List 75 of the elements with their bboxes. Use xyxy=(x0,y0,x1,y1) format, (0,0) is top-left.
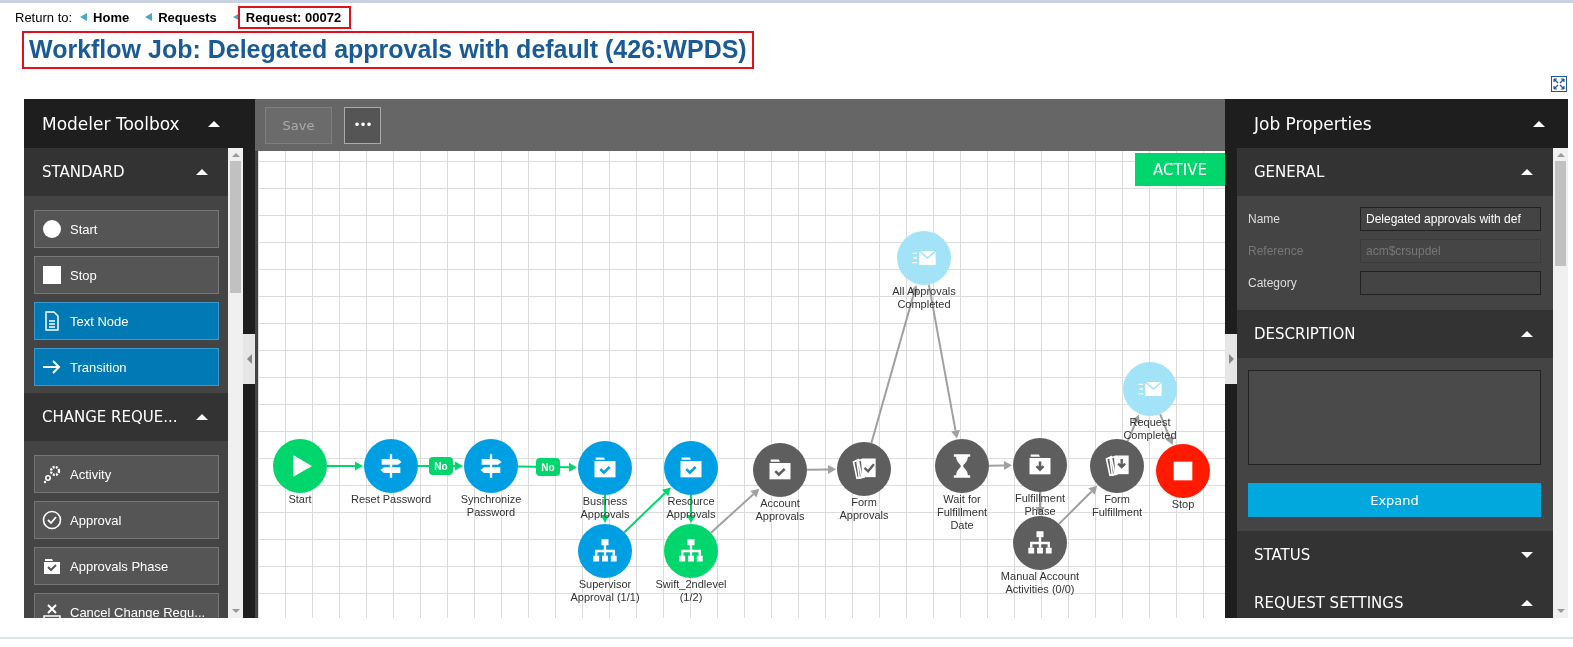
node-label: Stop xyxy=(1171,498,1195,511)
square-icon xyxy=(42,265,62,285)
caret-icon[interactable] xyxy=(1521,600,1533,606)
status-badge: ACTIVE xyxy=(1135,153,1225,186)
toolbox-item[interactable]: Stop xyxy=(34,256,219,294)
node-label: Wait for Fulfillment Date xyxy=(935,493,989,532)
section-header[interactable]: STANDARD xyxy=(24,148,228,196)
breadcrumb-link[interactable]: Requests xyxy=(158,6,223,28)
more-button[interactable]: ••• xyxy=(344,106,381,144)
toolbox-item[interactable]: Transition xyxy=(34,348,219,386)
panel-title: Job Properties xyxy=(1254,113,1372,134)
section-title: STANDARD xyxy=(42,163,125,181)
cancel-icon xyxy=(42,602,62,618)
caret-icon[interactable] xyxy=(196,414,208,420)
section-header[interactable]: DESCRIPTION xyxy=(1237,310,1553,358)
fullscreen-icon[interactable] xyxy=(1551,76,1567,92)
section-header[interactable]: GENERAL xyxy=(1237,148,1553,196)
node-label: Reset Password xyxy=(350,493,432,506)
input-field[interactable]: Delegated approvals with def xyxy=(1360,207,1541,231)
node-label: Form Fulfillment xyxy=(1090,493,1144,519)
node-label: Synchronize Password xyxy=(459,493,523,519)
caret-icon[interactable] xyxy=(1521,169,1533,175)
toolbox-item[interactable]: Activity xyxy=(34,455,219,493)
page-title: Workflow Job: Delegated approvals with default (426:WPDS) xyxy=(22,31,754,69)
back-caret-icon xyxy=(145,13,153,21)
caret-icon[interactable] xyxy=(208,120,220,127)
node-label: Manual Account Activities (0/0) xyxy=(1000,570,1080,596)
node-label: Swift_2ndlevel (1/2) xyxy=(654,578,728,604)
scrollbar[interactable] xyxy=(1553,148,1568,618)
section-title: DESCRIPTION xyxy=(1254,325,1356,343)
node-label: All Approvals Completed xyxy=(891,285,957,311)
node-label: Supervisor Approval (1/1) xyxy=(569,578,641,604)
back-caret-icon xyxy=(80,13,88,21)
toolbox-item[interactable]: Start xyxy=(34,210,219,248)
section-header[interactable]: REQUEST SETTINGS xyxy=(1237,579,1553,618)
input-field[interactable] xyxy=(1360,271,1541,295)
return-label: Return to: xyxy=(15,9,73,25)
collapse-handle[interactable] xyxy=(1225,333,1237,384)
scrollbar[interactable] xyxy=(228,148,243,618)
hierarchy-icon xyxy=(677,537,705,565)
collapse-handle[interactable] xyxy=(243,333,255,384)
section-header[interactable]: STATUS xyxy=(1237,531,1553,579)
description-field[interactable] xyxy=(1248,370,1541,465)
toolbox-item[interactable]: Text Node xyxy=(34,302,219,340)
node-label: Form Approvals xyxy=(838,496,890,522)
caret-icon[interactable] xyxy=(1521,552,1533,558)
section-header[interactable]: CHANGE REQUE... xyxy=(24,393,228,441)
transition-label: No xyxy=(429,457,453,475)
field-label: Category xyxy=(1248,276,1297,290)
caret-icon[interactable] xyxy=(196,169,208,175)
caret-icon[interactable] xyxy=(1533,120,1545,127)
node-label: Request Completed xyxy=(1122,416,1178,442)
panel-title: Modeler Toolbox xyxy=(42,113,180,134)
breadcrumb-link[interactable]: Request: 00072 xyxy=(237,5,352,29)
field-label: Name xyxy=(1248,212,1280,226)
caret-icon[interactable] xyxy=(1521,331,1533,337)
back-caret-icon xyxy=(232,13,240,21)
section-title: REQUEST SETTINGS xyxy=(1254,594,1404,612)
breadcrumb-link[interactable]: Home xyxy=(93,6,136,28)
section-title: STATUS xyxy=(1254,546,1311,564)
toolbox-item[interactable]: Approvals Phase xyxy=(34,547,219,585)
hierarchy-icon xyxy=(1026,529,1054,557)
section-title: CHANGE REQUE... xyxy=(42,408,178,426)
document-icon xyxy=(42,311,62,331)
hierarchy-icon xyxy=(591,537,619,565)
folder-check-icon xyxy=(42,556,62,576)
circle-icon xyxy=(42,219,62,239)
node-label: Fulfillment Phase xyxy=(1013,492,1067,518)
section-title: GENERAL xyxy=(1254,163,1325,181)
node-label: Start xyxy=(288,493,312,506)
toolbox-item[interactable]: Approval xyxy=(34,501,219,539)
check-circle-icon xyxy=(42,510,62,530)
transition-label: No xyxy=(536,458,560,476)
gears-icon xyxy=(42,464,62,484)
node-label: Account Approvals xyxy=(754,497,806,523)
